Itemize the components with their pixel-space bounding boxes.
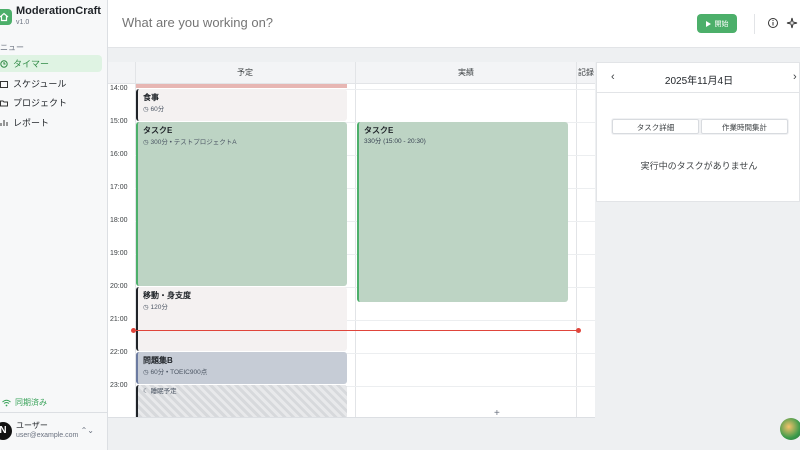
folder-icon [0, 99, 8, 107]
sidebar-item-label: スケジュール [13, 79, 67, 89]
menu-header: ニュー [0, 43, 24, 52]
block-meta: 300分 • テストプロジェクトA [150, 139, 237, 146]
tab-task-details[interactable]: タスク詳細 [612, 119, 699, 134]
sidebar-item-label: レポート [13, 118, 50, 128]
grid-line [355, 62, 356, 417]
sync-label: 同期済み [15, 398, 47, 407]
block-title: 睡眠予定 [150, 388, 177, 395]
start-label: 開始 [714, 20, 729, 28]
wifi-icon [2, 399, 11, 406]
sync-status: 同期済み [2, 397, 47, 408]
sidebar-item-schedule[interactable]: スケジュール [0, 75, 102, 92]
column-record: 記録 [578, 68, 594, 77]
sidebar-divider [0, 412, 108, 413]
chevron-updown-icon: ⌃⌄ [80, 426, 94, 435]
sidebar-item-reports[interactable]: レポート [0, 114, 102, 131]
current-time-dot [576, 328, 581, 333]
previous-block-edge [136, 84, 347, 88]
block-title: 食事 [143, 93, 159, 102]
hour-label: 23:00 [110, 382, 128, 389]
sidebar-item-projects[interactable]: プロジェクト [0, 94, 102, 111]
hour-label: 15:00 [110, 118, 128, 125]
hour-label: 18:00 [110, 217, 128, 224]
user-email: user@example.com [16, 432, 79, 439]
plan-block-study[interactable]: 問題集B ◷ 60分 • TOEIC900点 [136, 352, 347, 384]
plan-block-sleep[interactable]: ☾ 睡眠予定 [136, 385, 347, 417]
block-meta: 120分 [150, 304, 168, 311]
hour-label: 22:00 [110, 349, 128, 356]
block-title: タスクE [143, 126, 173, 135]
hour-label: 17:00 [110, 184, 128, 191]
current-time-dot [131, 328, 136, 333]
date-navigator: ‹ 2025年11月4日 › [597, 63, 800, 93]
add-icon[interactable]: + [494, 408, 500, 419]
clock-icon [0, 59, 8, 68]
column-plan: 予定 [237, 68, 253, 77]
app-name: ModerationCraft [16, 5, 101, 17]
block-meta: 60分 [150, 106, 165, 113]
user-name: ユーザー [16, 421, 48, 430]
side-panel: ‹ 2025年11月4日 › タスク詳細 作業時間集計 実行中のタスクがありませ… [596, 62, 800, 202]
tab-work-summary[interactable]: 作業時間集計 [701, 119, 788, 134]
topbar: 開始 [108, 0, 800, 48]
grid-line [576, 62, 577, 417]
block-title: 問題集B [143, 356, 173, 365]
play-icon [705, 20, 711, 27]
plan-block-move[interactable]: 移動・身支度 ◷ 120分 [136, 287, 347, 351]
brand[interactable]: ModerationCraft v1.0 [0, 4, 101, 28]
hour-label: 16:00 [110, 151, 128, 158]
block-meta: 330分 (15:00 - 20:30) [364, 138, 426, 145]
home-icon [0, 9, 12, 25]
block-title: 移動・身支度 [143, 291, 191, 300]
chart-icon [0, 119, 8, 127]
timeline-header: 予定 実績 記録 [108, 62, 595, 84]
current-time-line [133, 330, 580, 331]
sidebar-item-label: プロジェクト [13, 98, 68, 108]
user-menu[interactable]: N ユーザー user@example.com ⌃⌄ [0, 421, 104, 440]
block-meta: 60分 • TOEIC900点 [150, 369, 208, 376]
chevron-right-icon[interactable]: › [793, 71, 797, 83]
actual-block-task-e[interactable]: タスクE 330分 (15:00 - 20:30) [357, 122, 568, 302]
plan-block-meal[interactable]: 食事 ◷ 60分 [136, 89, 347, 121]
hour-label: 14:00 [110, 85, 128, 92]
current-date: 2025年11月4日 [664, 76, 734, 87]
app-version: v1.0 [16, 19, 30, 26]
timeline: 予定 実績 記録 14:00 15:00 16:00 17:00 18:00 1… [108, 62, 595, 418]
start-button[interactable]: 開始 [697, 14, 737, 33]
column-actual: 実績 [458, 68, 474, 77]
info-icon[interactable] [767, 17, 779, 29]
sidebar-item-label: タイマー [13, 59, 50, 69]
panel-tabs: タスク詳細 作業時間集計 [611, 118, 789, 135]
hour-label: 19:00 [110, 250, 128, 257]
sidebar-item-timer[interactable]: タイマー [0, 55, 102, 72]
divider [754, 14, 755, 34]
moon-icon: ☾ [143, 388, 151, 395]
empty-state: 実行中のタスクがありません [640, 161, 758, 171]
sparkle-icon[interactable] [786, 17, 798, 29]
task-input[interactable] [122, 15, 642, 30]
plan-block-task-e[interactable]: タスクE ◷ 300分 • テストプロジェクトA [136, 122, 347, 286]
profile-avatar[interactable] [780, 418, 800, 440]
avatar: N [0, 421, 12, 440]
hour-label: 21:00 [110, 316, 128, 323]
hour-label: 20:00 [110, 283, 128, 290]
calendar-icon [0, 80, 8, 88]
block-title: タスクE [364, 126, 394, 135]
sidebar: ModerationCraft v1.0 ニュー タイマー スケジュール プロジ… [0, 0, 108, 450]
